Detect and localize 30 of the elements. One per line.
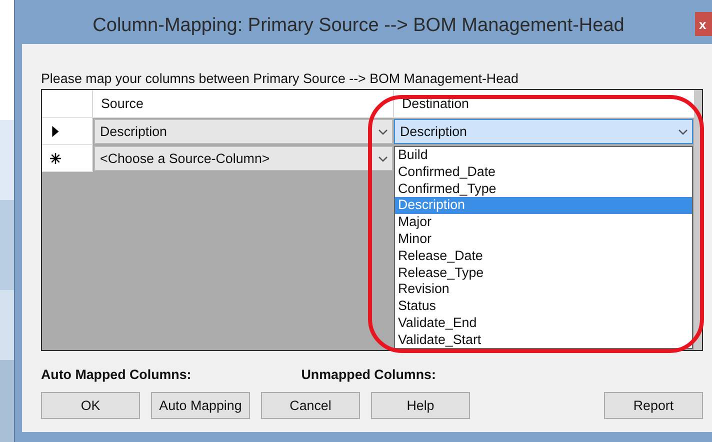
dialog-button[interactable]: Auto Mapping bbox=[151, 392, 250, 419]
column-header: Source bbox=[93, 90, 394, 118]
source-combobox[interactable]: Description bbox=[94, 119, 393, 144]
chevron-down-icon bbox=[678, 128, 688, 134]
instruction-text: Please map your columns between Primary Source --> BOM Management-Head bbox=[41, 71, 520, 88]
chevron-down-icon bbox=[378, 156, 388, 162]
dialog-button[interactable]: Cancel bbox=[261, 392, 360, 419]
window-title: Column-Mapping: Primary Source --> BOM Management-Head bbox=[92, 14, 626, 36]
new-row-icon bbox=[50, 152, 61, 164]
dropdown-item[interactable]: Status bbox=[395, 298, 692, 315]
dialog-button[interactable]: OK bbox=[41, 392, 140, 419]
destination-combobox[interactable]: Description bbox=[394, 119, 693, 144]
source-combobox[interactable]: <Choose a Source-Column> bbox=[94, 146, 393, 171]
dropdown-item[interactable]: Release_Date bbox=[395, 248, 692, 265]
dropdown-item[interactable]: Build bbox=[395, 147, 692, 164]
dropdown-item[interactable]: Confirmed_Type bbox=[395, 180, 692, 198]
dropdown-item[interactable]: Validate_End bbox=[395, 314, 692, 332]
dropdown-item[interactable]: Major bbox=[395, 214, 692, 231]
close-button[interactable]: x bbox=[695, 12, 712, 36]
dropdown-item[interactable]: Validate_Start bbox=[395, 332, 692, 348]
summary-label: Unmapped Columns: bbox=[301, 366, 436, 382]
dropdown-item[interactable]: Minor bbox=[395, 230, 692, 248]
dialog-button[interactable]: Report bbox=[604, 392, 703, 419]
dropdown-item[interactable]: Confirmed_Date bbox=[395, 164, 692, 181]
dropdown-item[interactable]: Revision bbox=[395, 281, 692, 298]
dropdown-item[interactable]: Release_Type bbox=[395, 264, 692, 282]
summary-label: Auto Mapped Columns: bbox=[41, 366, 192, 382]
current-row-icon bbox=[50, 126, 61, 136]
dialog-button[interactable]: Help bbox=[371, 392, 470, 419]
chevron-down-icon bbox=[378, 128, 388, 134]
